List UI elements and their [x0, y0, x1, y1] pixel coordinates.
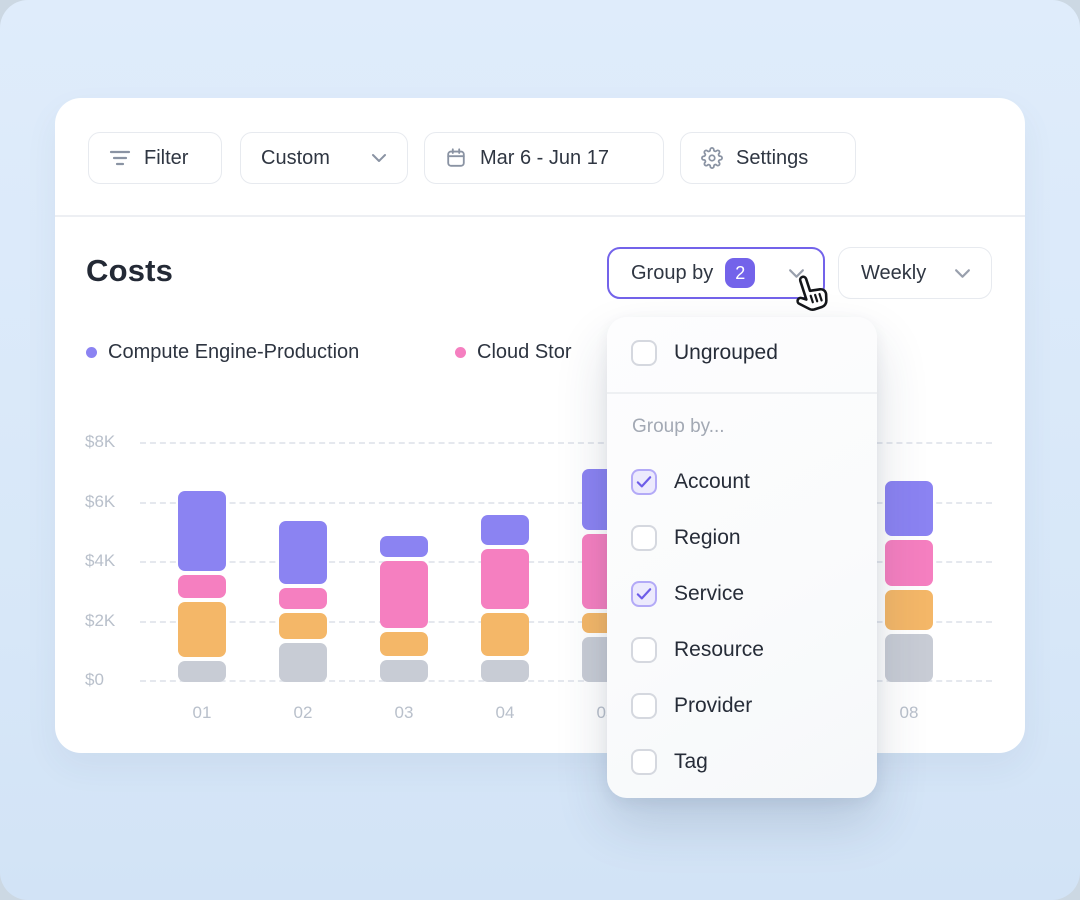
bar-segment-pink[interactable]	[178, 575, 226, 598]
bar-segment-gray[interactable]	[481, 660, 529, 682]
bar-segment-pink[interactable]	[481, 549, 529, 609]
x-axis-label: 04	[475, 703, 535, 723]
bar-segment-gray[interactable]	[885, 634, 933, 682]
bar-segment-orange[interactable]	[885, 590, 933, 630]
dropdown-section-label: Group by...	[632, 415, 877, 439]
bar-segment-purple[interactable]	[380, 536, 428, 557]
dropdown-item-ungrouped[interactable]: Ungrouped	[607, 331, 877, 375]
y-axis-label: $0	[85, 670, 133, 690]
checkbox-icon[interactable]	[631, 637, 657, 663]
x-axis-label: 02	[273, 703, 333, 723]
checkbox-checked-icon[interactable]	[631, 581, 657, 607]
bar-segment-pink[interactable]	[885, 540, 933, 586]
bar-segment-orange[interactable]	[380, 632, 428, 656]
bar-segment-orange[interactable]	[481, 613, 529, 656]
checkbox-icon[interactable]	[631, 749, 657, 775]
dropdown-item-region[interactable]: Region	[607, 516, 877, 560]
x-axis-label: 08	[879, 703, 939, 723]
dropdown-item-provider[interactable]: Provider	[607, 684, 877, 728]
dropdown-item-resource[interactable]: Resource	[607, 628, 877, 672]
checkbox-icon[interactable]	[631, 693, 657, 719]
x-axis-label: 01	[172, 703, 232, 723]
page-background: Filter Custom	[0, 0, 1080, 900]
checkbox-icon[interactable]	[631, 525, 657, 551]
bar-segment-purple[interactable]	[481, 515, 529, 545]
bar-segment-purple[interactable]	[885, 481, 933, 536]
y-axis-label: $4K	[85, 551, 133, 571]
bar-segment-orange[interactable]	[279, 613, 327, 640]
dropdown-item-label: Region	[674, 526, 741, 550]
dropdown-item-label: Tag	[674, 750, 708, 774]
dropdown-item-label: Account	[674, 470, 750, 494]
group-by-dropdown-menu: Ungrouped Group by... Account Region Service…	[607, 317, 877, 798]
checkbox-icon[interactable]	[631, 340, 657, 366]
dropdown-item-account[interactable]: Account	[607, 460, 877, 504]
dropdown-item-label: Ungrouped	[674, 341, 778, 365]
dropdown-item-service[interactable]: Service	[607, 572, 877, 616]
bar-segment-purple[interactable]	[279, 521, 327, 583]
bar-segment-gray[interactable]	[178, 661, 226, 682]
bar-segment-orange[interactable]	[178, 602, 226, 657]
bar-segment-pink[interactable]	[380, 561, 428, 628]
y-axis-label: $8K	[85, 432, 133, 452]
dropdown-item-tag[interactable]: Tag	[607, 740, 877, 784]
checkbox-checked-icon[interactable]	[631, 469, 657, 495]
dropdown-item-label: Resource	[674, 638, 764, 662]
x-axis-label: 03	[374, 703, 434, 723]
stacked-bar-chart: $8K$6K$4K$2K$00102030405060708	[55, 98, 1025, 753]
bar-segment-pink[interactable]	[279, 588, 327, 609]
bar-segment-purple[interactable]	[178, 491, 226, 571]
y-axis-label: $6K	[85, 492, 133, 512]
bar-segment-gray[interactable]	[380, 660, 428, 682]
dropdown-divider	[607, 392, 877, 394]
bar-segment-gray[interactable]	[279, 643, 327, 682]
dropdown-item-label: Provider	[674, 694, 752, 718]
dropdown-item-label: Service	[674, 582, 744, 606]
y-axis-label: $2K	[85, 611, 133, 631]
costs-card: Filter Custom	[55, 98, 1025, 753]
